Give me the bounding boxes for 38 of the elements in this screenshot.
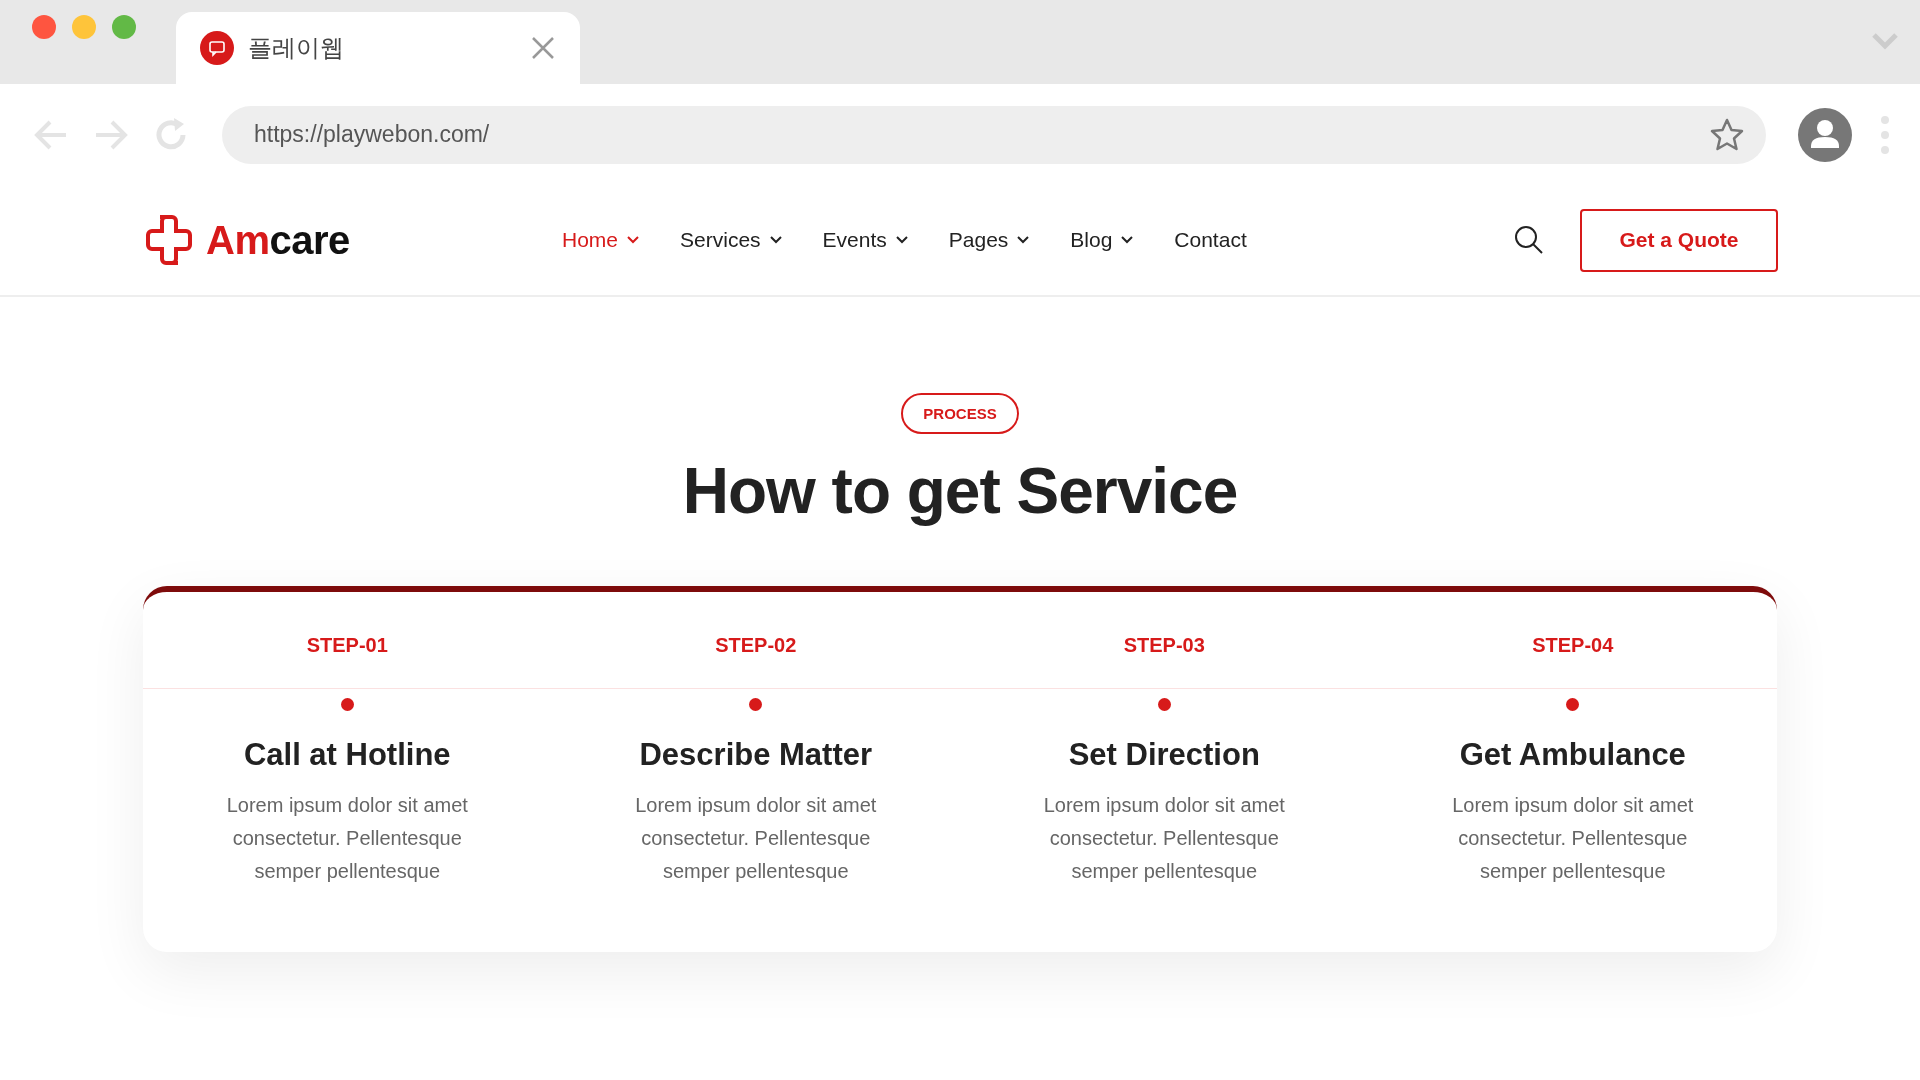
step-title: Set Direction (1068, 737, 1260, 773)
nav-link[interactable]: Services (680, 228, 783, 252)
step-description: Lorem ipsum dolor sit amet consectetur. Pellentesque semper pellentesque (1042, 793, 1286, 884)
step-label: STEP-01 (306, 634, 388, 658)
timeline-dot (340, 698, 354, 711)
close-window-button[interactable] (32, 15, 56, 39)
nav-link[interactable]: Blog (1070, 228, 1135, 252)
timeline-dot (1566, 698, 1580, 711)
chevron-down-icon[interactable] (1870, 30, 1900, 52)
step-title: Describe Matter (639, 737, 873, 773)
maximize-window-button[interactable] (112, 15, 136, 39)
section-badge: PROCESS (901, 393, 1019, 434)
address-bar[interactable]: https://playwebon.com/ (222, 105, 1766, 164)
browser-tab[interactable]: 플레이웹 (176, 12, 580, 84)
close-icon[interactable] (530, 35, 556, 61)
more-menu-icon[interactable] (1880, 114, 1890, 155)
timeline-dot (749, 698, 763, 711)
chat-bubble-icon (200, 31, 234, 65)
step-label: STEP-03 (1123, 634, 1205, 658)
minimize-window-button[interactable] (72, 15, 96, 39)
profile-avatar-icon[interactable] (1798, 107, 1852, 162)
search-icon[interactable] (1514, 225, 1544, 255)
section-title: How to get Service (682, 454, 1238, 528)
get-quote-button[interactable]: Get a Quote (1580, 208, 1778, 272)
step-description: Lorem ipsum dolor sit amet consectetur. Pellentesque semper pellentesque (225, 793, 469, 884)
nav-link[interactable]: Pages (948, 228, 1031, 252)
timeline-dot (1157, 698, 1171, 711)
step-label: STEP-02 (715, 634, 797, 658)
step-description: Lorem ipsum dolor sit amet consectetur. Pellentesque semper pellentesque (1451, 793, 1695, 884)
nav-link[interactable]: Events (822, 228, 909, 252)
logo-text[interactable]: Amcare (206, 217, 350, 263)
step-title: Call at Hotline (243, 737, 451, 773)
step-description: Lorem ipsum dolor sit amet consectetur. Pellentesque semper pellentesque (634, 793, 878, 884)
nav-link[interactable]: Contact (1174, 228, 1247, 252)
tab-title: 플레이웹 (248, 33, 345, 64)
step-label: STEP-04 (1532, 634, 1614, 658)
step-title: Get Ambulance (1459, 737, 1686, 773)
nav-link[interactable]: Home (562, 228, 641, 252)
